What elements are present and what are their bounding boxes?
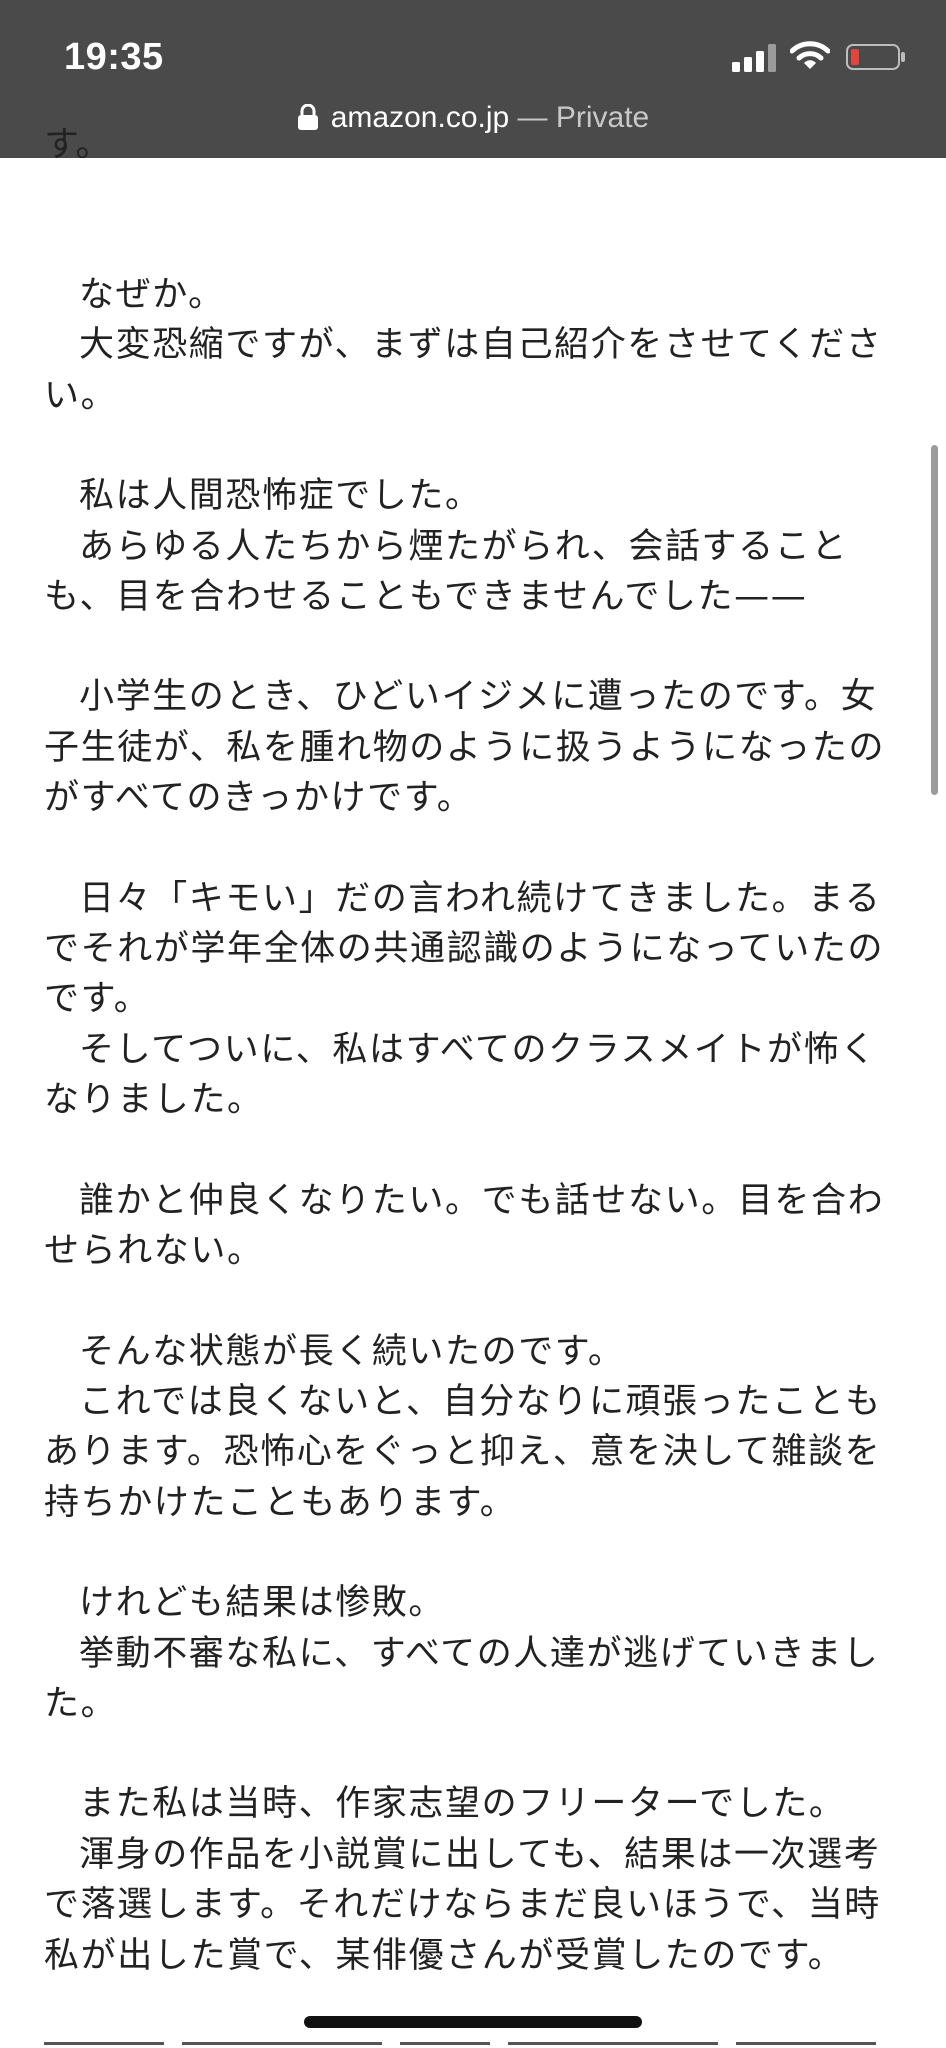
private-mode-label: Private — [555, 101, 650, 134]
battery-icon — [846, 44, 905, 70]
article-paragraph: 誰かと仲良くなりたい。でも話せない。目を合わせられない。 — [44, 1176, 894, 1277]
wifi-icon — [790, 41, 830, 69]
cellular-signal-icon — [732, 44, 778, 72]
article-body: なぜか。大変恐縮ですが、まずは自己紹介をさせてください。私は人間恐怖症でした。あ… — [44, 158, 894, 1981]
next-line-peek — [44, 2030, 894, 2048]
paragraph-line: あらゆる人たちから煙たがられ、会話することも、目を合わせることもできませんでした… — [44, 526, 848, 618]
paragraph-line: また私は当時、作家志望のフリーターでした。 — [79, 1784, 846, 1825]
article-paragraph: また私は当時、作家志望のフリーターでした。渾身の作品を小説賞に出しても、結果は一… — [44, 1779, 894, 1981]
url-separator: — — [509, 101, 556, 134]
paragraph-line: 私は人間恐怖症でした。 — [79, 476, 482, 517]
paragraph-line: そしてついに、私はすべてのクラスメイトが怖くなりました。 — [44, 1029, 877, 1121]
address-bar[interactable]: amazon.co.jp — Private — [0, 98, 946, 138]
paragraph-line: 大変恐縮ですが、まずは自己紹介をさせてください。 — [44, 325, 883, 416]
article-paragraph: 私は人間恐怖症でした。あらゆる人たちから煙たがられ、会話することも、目を合わせる… — [44, 471, 894, 622]
paragraph-line: そんな状態が長く続いたのです。 — [79, 1331, 625, 1372]
article-paragraph: けれども結果は惨敗。挙動不審な私に、すべての人達が逃げていきました。 — [44, 1578, 894, 1729]
home-indicator[interactable] — [304, 2016, 642, 2028]
paragraph-line: けれども結果は惨敗。 — [79, 1583, 446, 1624]
article-paragraph: なぜか。大変恐縮ですが、まずは自己紹介をさせてください。 — [44, 270, 894, 421]
paragraph-line: なぜか。 — [79, 275, 225, 315]
url-domain: amazon.co.jp — [330, 101, 510, 134]
lock-icon — [297, 104, 318, 130]
browser-top-bar: 19:35 amazon.co.jp — Private — [0, 0, 946, 158]
paragraph-line: 挙動不審な私に、すべての人達が逃げていきました。 — [44, 1633, 880, 1724]
article-paragraph: そんな状態が長く続いたのです。これでは良くないと、自分なりに頑張ったこともありま… — [44, 1327, 894, 1529]
article-paragraph: 小学生のとき、ひどいイジメに遭ったのです。女子生徒が、私を腫れ物のように扱うよう… — [44, 672, 894, 823]
article-paragraph: 日々「キモい」だの言われ続けてきました。まるでそれが学年全体の共通認識のようにな… — [44, 874, 894, 1126]
paragraph-line: 小学生のとき、ひどいイジメに遭ったのです。女子生徒が、私を腫れ物のように扱うよう… — [44, 677, 886, 819]
paragraph-line: 渾身の作品を小説賞に出しても、結果は一次選考で落選します。それだけならまだ良いほ… — [44, 1834, 881, 1976]
scrollbar[interactable] — [931, 445, 938, 795]
paragraph-line: これでは良くないと、自分なりに頑張ったこともあります。恐怖心をぐっと抑え、意を決… — [44, 1381, 882, 1523]
paragraph-line: 誰かと仲良くなりたい。でも話せない。目を合わせられない。 — [44, 1180, 885, 1272]
paragraph-line: 日々「キモい」だの言われ続けてきました。まるでそれが学年全体の共通認識のようにな… — [44, 878, 885, 1020]
clipped-previous-text: す。 — [44, 125, 111, 158]
status-time: 19:35 — [64, 36, 164, 78]
